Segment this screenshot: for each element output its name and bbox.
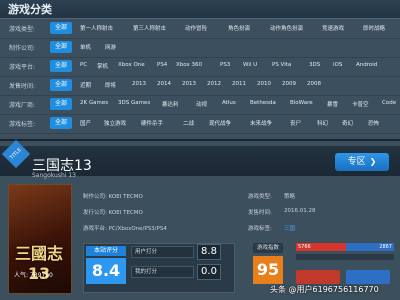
category-title: 游戏分类	[8, 3, 52, 16]
filter-option[interactable]: 硬件杀手	[141, 119, 163, 127]
filter-option[interactable]: 暴达利	[162, 100, 179, 108]
filter-option[interactable]: Wii U	[243, 62, 257, 68]
filter-option[interactable]: 掌机	[97, 62, 108, 70]
filter-label: 发售时间:	[9, 83, 36, 90]
vote-positive-button[interactable]	[296, 270, 340, 284]
filter-option[interactable]: 即时战略	[363, 24, 385, 32]
filter-option[interactable]: PC	[80, 62, 87, 68]
filter-option[interactable]: 动视	[196, 100, 207, 108]
filter-option[interactable]: 未来战争	[250, 119, 272, 127]
filter-option[interactable]: iOS	[333, 62, 342, 68]
filter-option[interactable]: 恐怖	[368, 119, 379, 127]
info-type-value[interactable]: 策略	[284, 192, 295, 200]
info-tag-label: 游戏标签:	[248, 226, 272, 232]
filter-option[interactable]: 单机	[80, 43, 91, 51]
filter-row-release: 发售时间: 全部 近期 即将 2013 2014 2013 2012 2011 …	[0, 76, 400, 96]
filter-option[interactable]: 竞速游戏	[322, 24, 344, 32]
game-index-value: 95	[253, 256, 283, 284]
filter-option[interactable]: 网游	[105, 43, 116, 51]
filter-option[interactable]: 3DS Games	[118, 100, 150, 106]
vote-negative-button[interactable]	[346, 270, 390, 284]
filter-row-vendor: 游戏厂商: 全部 2K Games 3DS Games 暴达利 动视 Atlus…	[0, 95, 400, 115]
filter-option[interactable]: 2K Games	[80, 100, 108, 106]
filter-option[interactable]: 3DS	[309, 62, 320, 68]
site-score-value: 8.4	[86, 258, 126, 284]
filter-option[interactable]: 2014	[157, 81, 171, 87]
filter-option[interactable]: 奇幻	[342, 119, 353, 127]
filter-option[interactable]: 2013	[132, 81, 146, 87]
filter-option[interactable]: PS Vita	[272, 62, 291, 68]
vote-bar-track	[296, 254, 394, 260]
filter-option[interactable]: 2011	[232, 81, 246, 87]
filter-label: 游戏平台:	[9, 64, 36, 71]
filter-option[interactable]: 二战	[183, 119, 194, 127]
filter-option[interactable]: 2009	[282, 81, 296, 87]
chevron-right-icon: ❯	[369, 157, 377, 166]
filter-row-type: 游戏类型: 全部 第一人称射击 第三人称射击 动作冒险 角色扮演 动作角色扮演 …	[0, 19, 400, 39]
filter-option[interactable]: PS3	[220, 62, 230, 68]
filter-all-chip[interactable]: 全部	[50, 117, 72, 129]
filter-all-chip[interactable]: 全部	[50, 41, 72, 53]
filter-option[interactable]: Android	[356, 62, 377, 68]
filter-option[interactable]: 动作冒险	[185, 24, 207, 32]
filter-option[interactable]: 卡普空	[352, 100, 369, 108]
filter-option[interactable]: 动作角色扮演	[270, 24, 303, 32]
game-subtitle: Sangokushi 13	[32, 172, 76, 179]
filter-all-chip[interactable]: 全部	[50, 98, 72, 110]
filter-option[interactable]: 2008	[307, 81, 321, 87]
vote-bar-positive: 5766	[296, 243, 346, 251]
category-header	[0, 0, 400, 19]
filter-all-chip[interactable]: 全部	[50, 22, 72, 34]
filter-option[interactable]: 独立游戏	[104, 119, 126, 127]
filter-option[interactable]: 即将	[105, 81, 116, 89]
filter-option[interactable]: 丧尸	[290, 119, 301, 127]
info-platform: 游戏平台: PC/XboxOne/PS3/PS4	[83, 226, 167, 232]
watermark: 头条 @用户6196756116770	[270, 285, 379, 294]
filter-option[interactable]: 2012	[207, 81, 221, 87]
filter-option[interactable]: 科幻	[317, 119, 328, 127]
filter-option[interactable]: PS4	[157, 62, 167, 68]
filter-option[interactable]: 角色扮演	[228, 24, 250, 32]
cover-popularity: 人气: 789790	[14, 272, 53, 279]
filter-option[interactable]: 现代战争	[209, 119, 231, 127]
filter-all-chip[interactable]: 全部	[50, 79, 72, 91]
info-release-value: 2016.01.28	[284, 208, 316, 214]
my-score-value: 0.0	[197, 264, 221, 280]
filter-label: 游戏类型:	[9, 26, 36, 33]
info-developer: 制作公司: KOEI TECMO	[83, 194, 143, 200]
filter-label: 游戏标签:	[9, 121, 36, 128]
zone-button-label: 专区	[347, 157, 366, 167]
filter-row-platform: 游戏平台: 全部 PC 掌机 Xbox One PS4 Xbox 360 PS3…	[0, 57, 400, 77]
filter-option[interactable]: 暴雪	[327, 100, 338, 108]
zone-button[interactable]: 专区 ❯	[335, 153, 389, 171]
info-release-label: 发售时间:	[248, 210, 272, 216]
info-type-label: 游戏类型:	[248, 194, 272, 200]
my-score-label[interactable]: 我的打分	[131, 266, 194, 278]
user-score-value: 8.8	[197, 244, 221, 260]
info-tag-value[interactable]: 三国	[284, 224, 295, 232]
filter-option[interactable]: Bethesda	[250, 100, 276, 106]
filter-option[interactable]: Xbox One	[118, 62, 145, 68]
filter-option[interactable]: Atlus	[222, 100, 236, 106]
filter-option[interactable]: 第一人称射击	[80, 24, 113, 32]
info-publisher: 发行公司: KOEI TECMO	[83, 210, 143, 216]
game-index-label: 游戏指数	[253, 243, 283, 253]
filter-all-chip[interactable]: 全部	[50, 60, 72, 72]
filter-row-tags: 游戏标签: 全部 国产 独立游戏 硬件杀手 二战 现代战争 未来战争 丧尸 科幻…	[0, 114, 400, 134]
filter-option[interactable]: 国产	[80, 119, 91, 127]
site-score-label: 本站评分	[86, 246, 126, 256]
filter-row-company: 制作公司: 全部 单机 网游	[0, 38, 400, 58]
filter-option[interactable]: BioWare	[290, 100, 313, 106]
filter-label: 游戏厂商:	[9, 102, 36, 109]
user-score-label: 用户打分	[131, 246, 194, 258]
vote-bar-negative: 2867	[346, 243, 394, 251]
filter-option[interactable]: 2013	[182, 81, 196, 87]
filter-option[interactable]: 2010	[257, 81, 271, 87]
filter-option[interactable]: 近期	[80, 81, 91, 89]
filter-option[interactable]: Xbox 360	[176, 62, 202, 68]
filter-label: 制作公司:	[9, 45, 36, 52]
filter-option[interactable]: 第三人称射击	[133, 24, 166, 32]
filter-option[interactable]: Code	[382, 100, 396, 106]
